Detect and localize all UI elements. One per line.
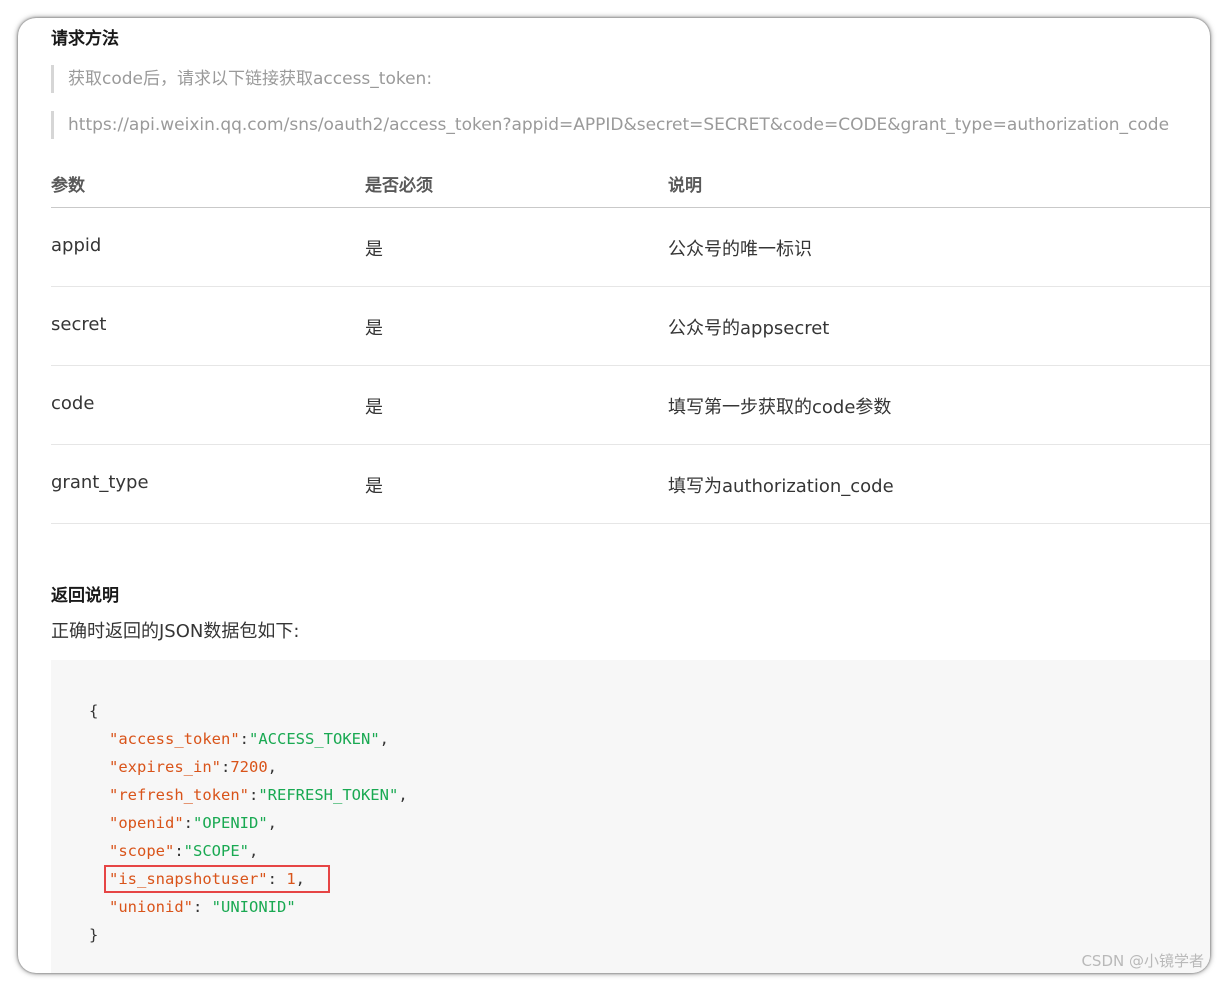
json-key: "unionid" — [109, 898, 193, 916]
table-row: grant_type 是 填写为authorization_code — [51, 445, 1210, 524]
json-line: "unionid": "UNIONID" — [109, 895, 296, 919]
json-separator: : — [174, 842, 184, 860]
return-description: 正确时返回的JSON数据包如下: — [51, 621, 300, 642]
json-value: "REFRESH_TOKEN" — [258, 786, 399, 804]
json-value: "OPENID" — [193, 814, 268, 832]
json-key: "openid" — [109, 814, 184, 832]
json-separator: : — [220, 758, 231, 776]
json-separator: : — [193, 898, 212, 916]
json-key: "scope" — [109, 842, 175, 860]
json-comma: , — [398, 786, 408, 804]
doc-card: 请求方法 获取code后，请求以下链接获取access_token: https… — [18, 18, 1210, 973]
json-comma: , — [249, 842, 259, 860]
highlight-box — [104, 865, 330, 893]
json-line: "openid":"OPENID", — [109, 811, 277, 835]
json-value: "UNIONID" — [211, 898, 296, 916]
param-name: appid — [51, 235, 102, 256]
param-required: 是 — [365, 397, 383, 418]
json-value: "SCOPE" — [183, 842, 249, 860]
doc-content: 请求方法 获取code后，请求以下链接获取access_token: https… — [51, 18, 1210, 973]
section-title: 请求方法 — [51, 29, 119, 49]
json-key: "expires_in" — [109, 758, 221, 776]
json-value: "ACCESS_TOKEN" — [249, 730, 380, 748]
header-description: 说明 — [668, 176, 702, 196]
json-line: "refresh_token":"REFRESH_TOKEN", — [109, 783, 408, 807]
param-description: 公众号的appsecret — [668, 318, 830, 339]
table-header: 参数 是否必须 说明 — [51, 157, 1210, 208]
param-name: secret — [51, 314, 107, 335]
json-line: "access_token":"ACCESS_TOKEN", — [109, 727, 389, 751]
json-comma: , — [267, 758, 277, 776]
param-name: code — [51, 393, 95, 414]
json-open-brace: { — [89, 702, 99, 720]
json-comma: , — [379, 730, 389, 748]
json-code-block[interactable]: { "access_token":"ACCESS_TOKEN", "expire… — [51, 660, 1210, 973]
table-row: code 是 填写第一步获取的code参数 — [51, 366, 1210, 445]
json-line: "expires_in":7200, — [109, 755, 277, 779]
json-comma: , — [267, 814, 277, 832]
param-name: grant_type — [51, 472, 149, 493]
json-separator: : — [183, 814, 193, 832]
param-description: 填写第一步获取的code参数 — [668, 397, 892, 418]
json-key: "access_token" — [109, 730, 240, 748]
param-required: 是 — [365, 476, 383, 497]
json-separator: : — [248, 786, 259, 804]
json-line: "scope":"SCOPE", — [109, 839, 258, 863]
params-table: 参数 是否必须 说明 appid 是 公众号的唯一标识 secret 是 公众号… — [51, 157, 1210, 524]
header-param: 参数 — [51, 176, 85, 196]
json-key: "refresh_token" — [109, 786, 249, 804]
intro-note: 获取code后，请求以下链接获取access_token: — [51, 65, 432, 93]
header-required: 是否必须 — [365, 176, 433, 196]
param-required: 是 — [365, 318, 383, 339]
request-url[interactable]: https://api.weixin.qq.com/sns/oauth2/acc… — [51, 111, 1169, 139]
param-required: 是 — [365, 239, 383, 260]
param-description: 公众号的唯一标识 — [668, 239, 812, 260]
json-close-brace: } — [89, 926, 99, 944]
param-description: 填写为authorization_code — [668, 476, 894, 497]
return-title: 返回说明 — [51, 586, 119, 606]
json-value: 7200 — [230, 758, 268, 776]
table-row: appid 是 公众号的唯一标识 — [51, 208, 1210, 287]
json-separator: : — [239, 730, 249, 748]
table-row: secret 是 公众号的appsecret — [51, 287, 1210, 366]
csdn-watermark: CSDN @小镜学者 — [1081, 952, 1204, 970]
